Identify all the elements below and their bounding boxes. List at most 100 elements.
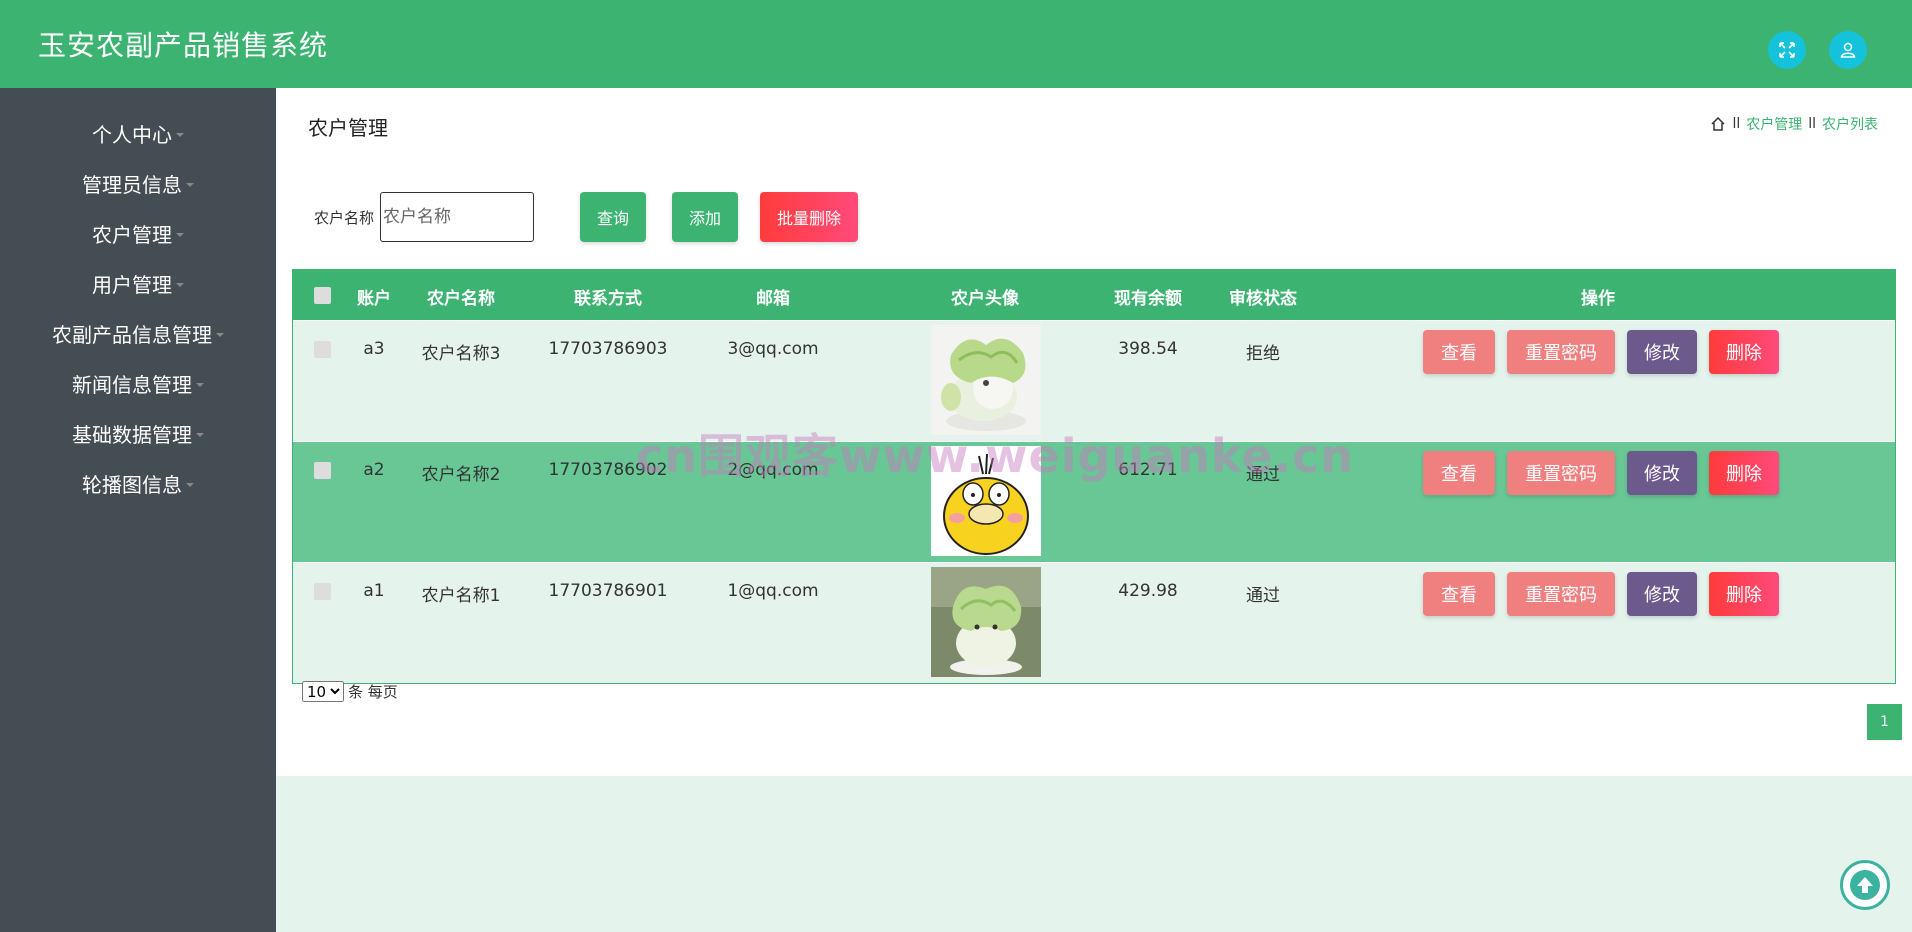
cell-name: 农户名称2	[421, 465, 501, 485]
row-checkbox[interactable]	[314, 583, 331, 600]
view-button[interactable]: 查看	[1423, 330, 1495, 374]
table-row: a1 农户名称1 17703786901 1@qq.com 429.98 通过 …	[293, 562, 1895, 683]
column-header-account: 账户	[357, 289, 391, 309]
sidebar-item-label: 用户管理	[92, 272, 172, 297]
main-content: 农户管理 ll 农户管理 ll 农户列表 农户名称 查询 添加 批量删除 账户 …	[276, 88, 1912, 776]
sidebar-item-basic-data[interactable]: 基础数据管理	[0, 408, 276, 458]
farmer-avatar-image	[931, 446, 1041, 556]
cell-balance: 429.98	[1118, 581, 1178, 601]
cabbage-dog-image	[931, 325, 1041, 435]
select-all-checkbox[interactable]	[314, 287, 331, 304]
query-button[interactable]: 查询	[580, 192, 647, 242]
reset-password-button[interactable]: 重置密码	[1507, 451, 1615, 495]
column-header-phone: 联系方式	[574, 289, 642, 309]
cell-name: 农户名称3	[421, 344, 501, 364]
back-to-top-button[interactable]	[1840, 860, 1890, 910]
sidebar-item-carousel[interactable]: 轮播图信息	[0, 458, 276, 508]
batch-delete-button[interactable]: 批量删除	[760, 192, 859, 242]
cell-email: 3@qq.com	[727, 339, 819, 359]
sidebar-item-label: 新闻信息管理	[72, 372, 192, 397]
column-header-actions: 操作	[1581, 289, 1615, 309]
page-number-button[interactable]: 1	[1867, 704, 1902, 740]
view-button[interactable]: 查看	[1423, 451, 1495, 495]
cell-account: a3	[363, 339, 385, 359]
breadcrumb-item-farmer-list[interactable]: 农户列表	[1822, 114, 1878, 134]
cell-account: a2	[363, 460, 385, 480]
cell-email: 2@qq.com	[727, 460, 819, 480]
farmer-name-search-input[interactable]	[380, 192, 535, 242]
search-bar: 农户名称 查询 添加 批量删除	[314, 192, 859, 242]
caret-down-icon	[216, 333, 224, 337]
column-header-name: 农户名称	[427, 289, 495, 309]
caret-down-icon	[176, 233, 184, 237]
add-button[interactable]: 添加	[672, 192, 739, 242]
cell-status: 拒绝	[1246, 344, 1280, 364]
cabbage-dog-image	[931, 567, 1041, 677]
view-button[interactable]: 查看	[1423, 572, 1495, 616]
user-button[interactable]	[1829, 31, 1867, 69]
cell-status: 通过	[1246, 586, 1280, 606]
sidebar-item-label: 农副产品信息管理	[52, 322, 212, 347]
sidebar-item-personal-center[interactable]: 个人中心	[0, 108, 276, 158]
top-header: 玉安农副产品销售系统	[0, 0, 1912, 88]
app-title: 玉安农副产品销售系统	[38, 29, 329, 62]
table-header: 账户 农户名称 联系方式 邮箱 农户头像 现有余额 审核状态 操作	[293, 270, 1895, 320]
column-header-balance: 现有余额	[1114, 289, 1182, 309]
column-header-avatar: 农户头像	[951, 289, 1019, 309]
search-label: 农户名称	[314, 208, 375, 227]
cell-email: 1@qq.com	[727, 581, 819, 601]
psyduck-image	[931, 446, 1041, 556]
cell-balance: 398.54	[1118, 339, 1178, 359]
breadcrumb-separator: ll	[1732, 116, 1741, 132]
sidebar-item-product-info[interactable]: 农副产品信息管理	[0, 308, 276, 358]
fullscreen-button[interactable]	[1768, 31, 1806, 69]
cell-phone: 17703786901	[548, 581, 668, 601]
sidebar-item-label: 基础数据管理	[72, 422, 192, 447]
sidebar-item-label: 个人中心	[92, 122, 172, 147]
cell-balance: 612.71	[1118, 460, 1178, 480]
user-icon	[1840, 42, 1856, 58]
cell-phone: 17703786902	[548, 460, 668, 480]
caret-down-icon	[176, 283, 184, 287]
edit-button[interactable]: 修改	[1627, 330, 1697, 374]
sidebar-item-label: 轮播图信息	[82, 472, 182, 497]
delete-button[interactable]: 删除	[1709, 451, 1779, 495]
delete-button[interactable]: 删除	[1709, 330, 1779, 374]
fullscreen-icon	[1779, 42, 1795, 58]
home-icon[interactable]	[1710, 116, 1726, 132]
sidebar-item-user-management[interactable]: 用户管理	[0, 258, 276, 308]
table-row: a3 农户名称3 17703786903 3@qq.com 398.54 拒绝 …	[293, 320, 1895, 441]
column-header-email: 邮箱	[756, 289, 790, 309]
sidebar-item-news[interactable]: 新闻信息管理	[0, 358, 276, 408]
cell-status: 通过	[1246, 465, 1280, 485]
breadcrumb-separator: ll	[1808, 116, 1816, 132]
delete-button[interactable]: 删除	[1709, 572, 1779, 616]
edit-button[interactable]: 修改	[1627, 572, 1697, 616]
farmer-avatar-image	[931, 325, 1041, 435]
breadcrumb-item-farmer-management[interactable]: 农户管理	[1746, 114, 1802, 134]
table-row: a2 农户名称2 17703786902 2@qq.com 612.71 通过 …	[293, 441, 1895, 562]
cell-account: a1	[363, 581, 385, 601]
page-title: 农户管理	[308, 116, 388, 140]
sidebar-item-farmer-management[interactable]: 农户管理	[0, 208, 276, 258]
cell-phone: 17703786903	[548, 339, 668, 359]
page-size-select[interactable]: 10	[302, 681, 344, 702]
reset-password-button[interactable]: 重置密码	[1507, 330, 1615, 374]
sidebar: 个人中心 管理员信息 农户管理 用户管理 农副产品信息管理 新闻信息管理 基础数…	[0, 88, 276, 932]
sidebar-item-admin-info[interactable]: 管理员信息	[0, 158, 276, 208]
breadcrumb: ll 农户管理 ll 农户列表	[1710, 114, 1878, 134]
sidebar-item-label: 农户管理	[92, 222, 172, 247]
farmer-table: 账户 农户名称 联系方式 邮箱 农户头像 现有余额 审核状态 操作 a3 农户名…	[292, 269, 1896, 684]
caret-down-icon	[196, 383, 204, 387]
row-checkbox[interactable]	[314, 462, 331, 479]
caret-down-icon	[186, 183, 194, 187]
caret-down-icon	[196, 433, 204, 437]
farmer-avatar-image	[931, 567, 1041, 677]
caret-down-icon	[186, 483, 194, 487]
edit-button[interactable]: 修改	[1627, 451, 1697, 495]
row-checkbox[interactable]	[314, 341, 331, 358]
arrow-up-icon	[1850, 870, 1880, 900]
caret-down-icon	[176, 133, 184, 137]
reset-password-button[interactable]: 重置密码	[1507, 572, 1615, 616]
page-size-control: 10 条 每页	[302, 681, 398, 702]
